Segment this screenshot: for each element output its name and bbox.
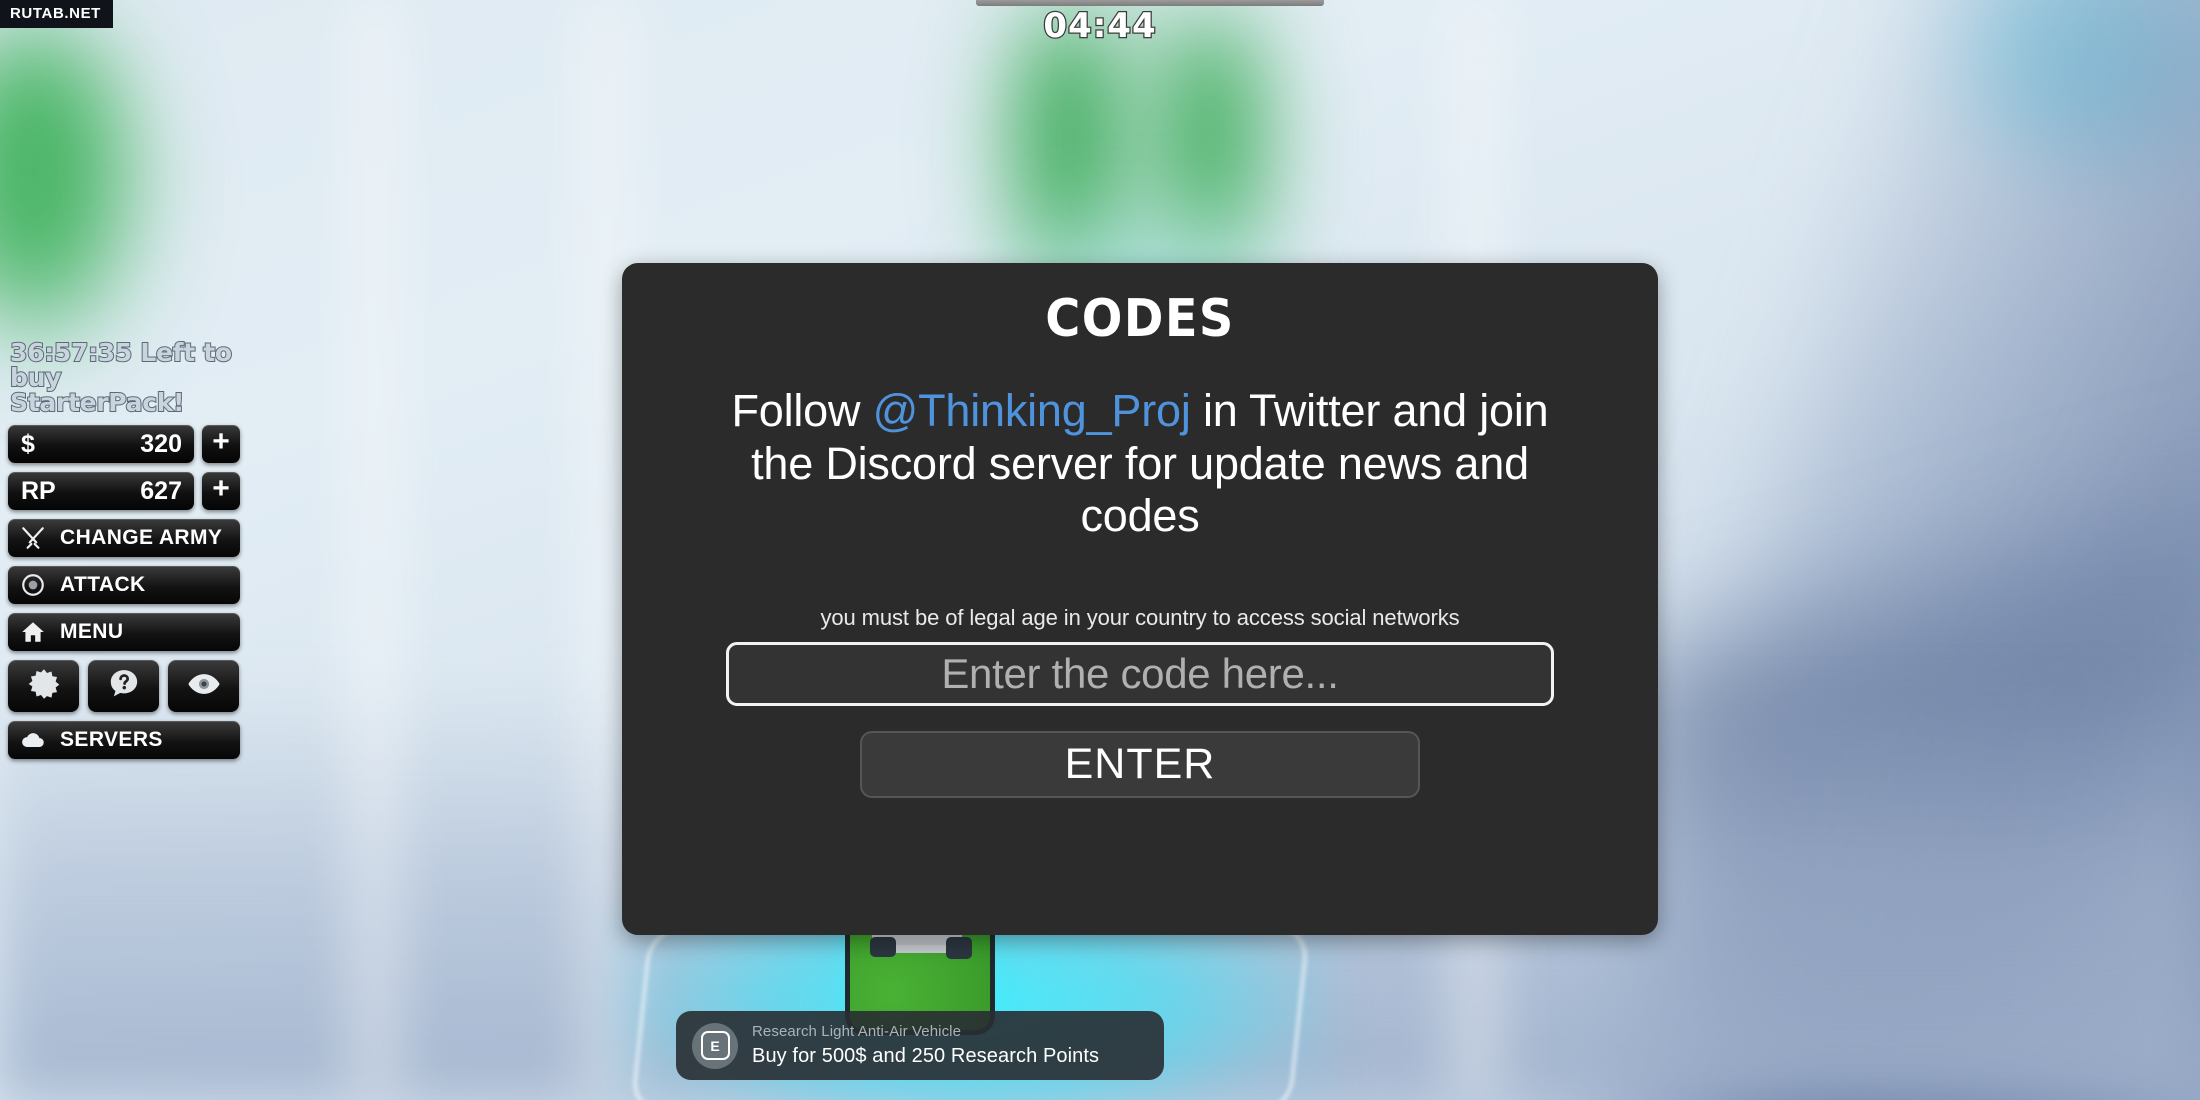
add-money-button[interactable]: + (202, 425, 240, 463)
money-display: $ 320 (8, 425, 194, 463)
eye-icon (187, 667, 221, 706)
interact-prompt[interactable]: E Research Light Anti-Air Vehicle Buy fo… (676, 1011, 1164, 1080)
menu-label: MENU (60, 620, 124, 643)
research-points-label: RP (21, 476, 56, 505)
starter-pack-notice: 36:57:35 Left to buy StarterPack! (9, 338, 233, 417)
watermark: RUTAB.NET (0, 0, 113, 28)
question-bubble-icon (107, 667, 141, 706)
hud-panel: 36:57:35 Left to buy StarterPack! $ 320 … (8, 338, 240, 768)
attack-label: ATTACK (60, 573, 146, 596)
crossed-swords-icon (20, 525, 46, 551)
enter-button[interactable]: ENTER (860, 730, 1420, 798)
home-icon (20, 619, 46, 645)
currency-row-money: $ 320 + (8, 425, 240, 463)
currency-row-research: RP 627 + (8, 472, 240, 510)
codes-dialog: CODES Follow @Thinking_Proj in Twitter a… (622, 263, 1658, 935)
research-points-display: RP 627 (8, 472, 194, 510)
research-points-value: 627 (140, 476, 182, 505)
help-button[interactable] (88, 660, 159, 712)
money-label: $ (21, 429, 35, 458)
money-value: 320 (140, 429, 182, 458)
servers-button[interactable]: SERVERS (8, 721, 240, 759)
menu-button[interactable]: MENU (8, 613, 240, 651)
change-army-button[interactable]: CHANGE ARMY (8, 519, 240, 557)
codes-dialog-title: CODES (1045, 289, 1235, 349)
hud-icon-row (8, 660, 240, 712)
gear-icon (27, 667, 61, 706)
cloud-icon (20, 727, 46, 753)
codes-dialog-description: Follow @Thinking_Proj in Twitter and joi… (700, 385, 1580, 543)
servers-label: SERVERS (60, 728, 163, 751)
interact-prompt-title: Research Light Anti-Air Vehicle (752, 1023, 962, 1041)
game-screen: RUTAB.NET 04:44 36:57:35 Left to buy Sta… (0, 0, 2200, 1100)
follow-text-prefix: Follow (731, 385, 873, 436)
key-badge-circle: E (692, 1022, 738, 1069)
attack-button[interactable]: ATTACK (8, 566, 240, 604)
twitter-handle-link[interactable]: @Thinking_Proj (873, 385, 1191, 436)
add-research-points-button[interactable]: + (202, 472, 240, 510)
target-icon (20, 572, 46, 598)
enter-button-label: ENTER (1064, 739, 1216, 788)
spectate-button[interactable] (168, 660, 239, 712)
key-e-icon: E (700, 1031, 730, 1060)
code-input[interactable]: Enter the code here... (726, 641, 1554, 706)
change-army-label: CHANGE ARMY (60, 526, 223, 549)
background-streak-1 (330, 0, 420, 1100)
interact-prompt-subtitle: Buy for 500$ and 250 Research Points (752, 1044, 1100, 1067)
age-disclaimer: you must be of legal age in your country… (820, 604, 1460, 630)
round-timer-text: 04:44 (1042, 5, 1157, 48)
interact-prompt-text: Research Light Anti-Air Vehicle Buy for … (752, 1022, 1099, 1068)
settings-button[interactable] (8, 660, 79, 712)
code-input-placeholder: Enter the code here... (941, 649, 1339, 697)
